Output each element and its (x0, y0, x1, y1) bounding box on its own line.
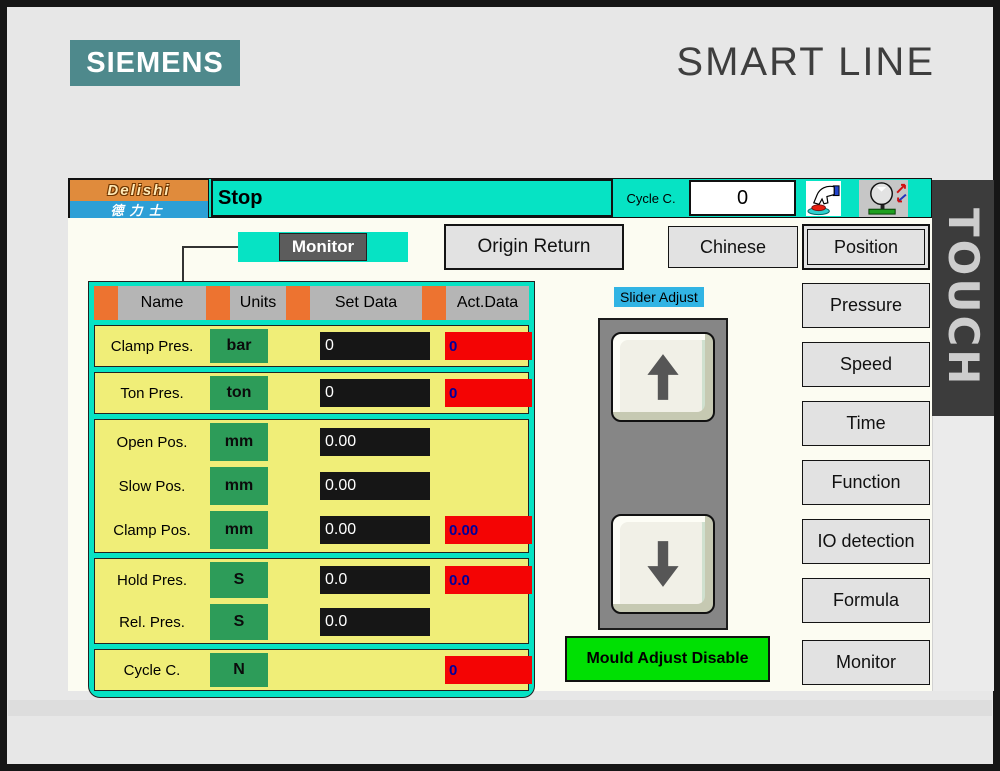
column-header-act-data: Act.Data (446, 286, 529, 320)
row-unit: bar (210, 329, 268, 363)
table-group: Cycle C. N 0 (94, 649, 529, 691)
vendor-logo-chinese: 德力士 (70, 201, 208, 218)
cycle-count-label: Cycle C. (615, 179, 687, 217)
row-name: Hold Pres. (95, 559, 209, 601)
column-header-set-data: Set Data (310, 286, 422, 320)
nav-button-io-detection[interactable]: IO detection (802, 519, 930, 564)
nav-button-speed[interactable]: Speed (802, 342, 930, 387)
set-data-field[interactable]: 0.00 (320, 516, 430, 544)
nav-button-function[interactable]: Function (802, 460, 930, 505)
set-data-field[interactable]: 0.00 (320, 472, 430, 500)
act-data-value: 0.0 (445, 566, 532, 594)
row-unit: N (210, 653, 268, 687)
set-data-field[interactable]: 0.00 (320, 428, 430, 456)
nav-button-time[interactable]: Time (802, 401, 930, 446)
table-row: Clamp Pos. mm 0.00 0.00 (95, 508, 528, 552)
table-row: Clamp Pres. bar 0 0 (95, 326, 528, 366)
header-separator (94, 286, 118, 320)
slider-down-button[interactable] (611, 514, 715, 614)
act-data-value: 0 (445, 379, 532, 407)
header-separator (286, 286, 310, 320)
monitor-leader-line (182, 246, 240, 248)
row-name: Slow Pos. (95, 464, 209, 508)
status-bar: Delishi 德力士 Stop Cycle C. 0 (68, 178, 932, 218)
row-unit: S (210, 562, 268, 598)
table-row: Slow Pos. mm 0.00 (95, 464, 528, 508)
monitor-tag-label: Monitor (279, 233, 367, 261)
arrow-down-icon (643, 538, 683, 590)
bezel-shadow (8, 700, 992, 716)
row-name: Ton Pres. (95, 373, 209, 413)
arrow-up-icon (643, 351, 683, 403)
column-header-units: Units (230, 286, 286, 320)
table-row: Rel. Pres. S 0.0 (95, 601, 528, 643)
table-group: Hold Pres. S 0.0 0.0 Rel. Pres. S 0.0 (94, 558, 529, 644)
cycle-count-value: 0 (689, 180, 796, 216)
language-button[interactable]: Chinese (668, 226, 798, 268)
row-unit: mm (210, 423, 268, 461)
slider-up-button[interactable] (611, 332, 715, 422)
table-row: Hold Pres. S 0.0 0.0 (95, 559, 528, 601)
set-data-field[interactable]: 0 (320, 379, 430, 407)
data-table: Name Units Set Data Act.Data Clamp Pres.… (88, 281, 535, 698)
slider-adjust-label: Slider Adjust (614, 287, 704, 307)
table-group: Open Pos. mm 0.00 Slow Pos. mm 0.00 Clam… (94, 419, 529, 553)
header-separator (422, 286, 446, 320)
row-name: Clamp Pos. (95, 508, 209, 552)
mould-adjust-button[interactable]: Mould Adjust Disable (565, 636, 770, 682)
row-unit: mm (210, 467, 268, 505)
table-row: Ton Pres. ton 0 0 (95, 373, 528, 413)
device-bezel: SIEMENS SMART LINE Delishi 德力士 Stop Cycl… (0, 0, 1000, 771)
act-data-value: 0 (445, 332, 532, 360)
row-name: Cycle C. (95, 650, 209, 690)
table-row: Open Pos. mm 0.00 (95, 420, 528, 464)
set-data-field[interactable]: 0.0 (320, 566, 430, 594)
siemens-logo: SIEMENS (70, 40, 240, 86)
column-header-name: Name (118, 286, 206, 320)
row-unit: S (210, 604, 268, 640)
monitor-tag: Monitor (238, 232, 408, 262)
slider-panel (598, 318, 728, 630)
machine-status: Stop (211, 179, 613, 217)
set-data-field[interactable]: 0.0 (320, 608, 430, 636)
nav-button-position[interactable]: Position (802, 224, 930, 270)
touch-bar-extension (932, 416, 994, 691)
row-name: Open Pos. (95, 420, 209, 464)
table-header: Name Units Set Data Act.Data (94, 286, 529, 320)
monitor-leader-line-vertical (182, 246, 184, 282)
alarm-bell-icon[interactable] (859, 180, 908, 217)
table-group: Ton Pres. ton 0 0 (94, 372, 529, 414)
set-data-field[interactable]: 0 (320, 332, 430, 360)
row-name: Rel. Pres. (95, 601, 209, 643)
nav-button-formula[interactable]: Formula (802, 578, 930, 623)
table-group: Clamp Pres. bar 0 0 (94, 325, 529, 367)
touch-branding: TOUCH (932, 180, 994, 416)
row-unit: mm (210, 511, 268, 549)
touch-branding-text: TOUCH (942, 208, 984, 387)
origin-return-button[interactable]: Origin Return (444, 224, 624, 270)
row-unit: ton (210, 376, 268, 410)
nav-button-pressure[interactable]: Pressure (802, 283, 930, 328)
row-name: Clamp Pres. (95, 326, 209, 366)
vendor-logo-text: Delishi (70, 180, 208, 201)
nav-button-monitor[interactable]: Monitor (802, 640, 930, 685)
vendor-logo: Delishi 德力士 (69, 179, 209, 217)
table-row: Cycle C. N 0 (95, 650, 528, 690)
act-data-value: 0 (445, 656, 532, 684)
act-data-value: 0.00 (445, 516, 532, 544)
header-separator (206, 286, 230, 320)
hand-press-icon[interactable] (806, 181, 841, 216)
product-name: SMART LINE (676, 40, 935, 85)
hmi-screen: Delishi 德力士 Stop Cycle C. 0 (68, 178, 932, 691)
